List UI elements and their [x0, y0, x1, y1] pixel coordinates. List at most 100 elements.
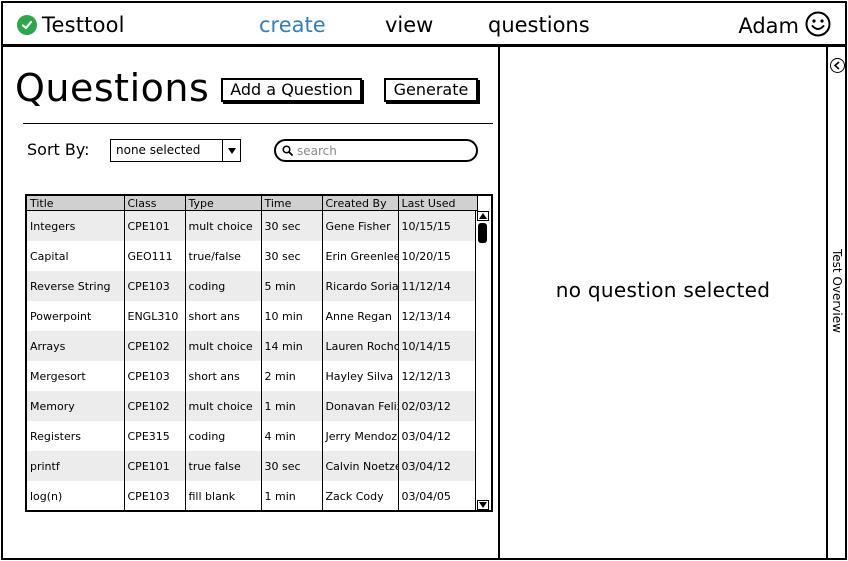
cell-class: CPE102: [124, 391, 186, 421]
cell-created-by: Calvin Noetzel: [322, 451, 399, 481]
divider: [23, 123, 493, 124]
cell-time: 5 min: [261, 271, 323, 301]
cell-last-used: 12/12/13: [398, 361, 478, 391]
cell-time: 2 min: [261, 361, 323, 391]
check-circle-icon: [17, 15, 37, 35]
cell-class: CPE103: [124, 361, 186, 391]
questions-panel: Questions Add a Question Generate Sort B…: [1, 45, 500, 560]
add-question-button[interactable]: Add a Question: [221, 78, 362, 102]
cell-created-by: Donavan Felix: [322, 391, 399, 421]
cell-last-used: 10/15/15: [398, 210, 478, 241]
cell-type: mult choice: [185, 391, 262, 421]
cell-created-by: Zack Cody: [322, 481, 399, 510]
table-row[interactable]: Reverse String CPE103 coding 5 min Ricar…: [27, 271, 478, 301]
cell-title: Powerpoint: [27, 301, 125, 331]
cell-last-used: 11/12/14: [398, 271, 478, 301]
sort-select[interactable]: none selected: [110, 139, 241, 162]
generate-button[interactable]: Generate: [384, 78, 478, 102]
cell-title: printf: [27, 451, 125, 481]
nav-create[interactable]: create: [259, 13, 326, 37]
column-header-created-by[interactable]: Created By: [322, 196, 399, 211]
cell-last-used: 10/20/15: [398, 241, 478, 271]
sort-label: Sort By:: [27, 140, 90, 159]
collapse-arrow-icon[interactable]: [830, 58, 845, 73]
table-row[interactable]: printf CPE101 true false 30 sec Calvin N…: [27, 451, 478, 481]
cell-time: 30 sec: [261, 241, 323, 271]
smiley-icon: [805, 11, 831, 41]
cell-class: CPE103: [124, 271, 186, 301]
scroll-thumb[interactable]: [478, 223, 487, 243]
cell-created-by: Ricardo Soriano: [322, 271, 399, 301]
cell-created-by: Erin Greenlee: [322, 241, 399, 271]
search-input[interactable]: [297, 143, 467, 158]
search-box[interactable]: [274, 139, 478, 162]
search-icon: [282, 141, 293, 160]
table-row[interactable]: log(n) CPE103 fill blank 1 min Zack Cody…: [27, 481, 478, 510]
scroll-up-arrow-icon[interactable]: [477, 211, 489, 221]
cell-last-used: 03/04/12: [398, 451, 478, 481]
table-row[interactable]: Registers CPE315 coding 4 min Jerry Mend…: [27, 421, 478, 451]
cell-last-used: 03/04/12: [398, 421, 478, 451]
brand[interactable]: Testtool: [17, 13, 125, 37]
cell-time: 30 sec: [261, 451, 323, 481]
sort-selected-value: none selected: [116, 143, 201, 157]
cell-time: 4 min: [261, 421, 323, 451]
table-scrollbar[interactable]: [475, 211, 491, 510]
top-navigation-bar: Testtool create view questions Adam: [1, 1, 847, 46]
table-row[interactable]: Capital GEO111 true/false 30 sec Erin Gr…: [27, 241, 478, 271]
scroll-down-arrow-icon[interactable]: [477, 500, 489, 510]
cell-class: CPE101: [124, 451, 186, 481]
cell-class: GEO111: [124, 241, 186, 271]
cell-title: Memory: [27, 391, 125, 421]
nav-view[interactable]: view: [385, 13, 433, 37]
cell-created-by: Jerry Mendoza: [322, 421, 399, 451]
column-header-last-used[interactable]: Last Used: [398, 196, 478, 211]
column-header-time[interactable]: Time: [261, 196, 323, 211]
cell-class: ENGL310: [124, 301, 186, 331]
cell-title: log(n): [27, 481, 125, 510]
table-row[interactable]: Arrays CPE102 mult choice 14 min Lauren …: [27, 331, 478, 361]
questions-table: Title Class Type Time Created By Last Us…: [25, 194, 493, 512]
test-overview-tab[interactable]: Test Overview: [826, 45, 847, 560]
cell-time: 10 min: [261, 301, 323, 331]
user-name: Adam: [738, 14, 799, 38]
cell-created-by: Anne Regan: [322, 301, 399, 331]
cell-time: 30 sec: [261, 210, 323, 241]
table-row[interactable]: Mergesort CPE103 short ans 2 min Hayley …: [27, 361, 478, 391]
table-row[interactable]: Powerpoint ENGL310 short ans 10 min Anne…: [27, 301, 478, 331]
cell-title: Mergesort: [27, 361, 125, 391]
test-overview-label: Test Overview: [830, 249, 844, 333]
chevron-down-icon[interactable]: [222, 140, 240, 161]
user-menu[interactable]: Adam: [738, 11, 831, 41]
cell-type: coding: [185, 421, 262, 451]
cell-last-used: 12/13/14: [398, 301, 478, 331]
column-header-class[interactable]: Class: [124, 196, 186, 211]
cell-class: CPE103: [124, 481, 186, 510]
question-detail-panel: no question selected: [498, 45, 828, 560]
cell-time: 1 min: [261, 481, 323, 510]
cell-created-by: Gene Fisher: [322, 210, 399, 241]
nav-questions[interactable]: questions: [488, 13, 590, 37]
cell-last-used: 10/14/15: [398, 331, 478, 361]
cell-last-used: 02/03/12: [398, 391, 478, 421]
cell-class: CPE315: [124, 421, 186, 451]
cell-type: true/false: [185, 241, 262, 271]
cell-created-by: Hayley Silva: [322, 361, 399, 391]
cell-type: mult choice: [185, 210, 262, 241]
cell-type: coding: [185, 271, 262, 301]
empty-state-message: no question selected: [555, 278, 771, 302]
cell-type: true false: [185, 451, 262, 481]
cell-title: Capital: [27, 241, 125, 271]
cell-time: 14 min: [261, 331, 323, 361]
cell-class: CPE101: [124, 210, 186, 241]
cell-type: short ans: [185, 301, 262, 331]
cell-title: Arrays: [27, 331, 125, 361]
column-header-title[interactable]: Title: [27, 196, 125, 211]
cell-title: Reverse String: [27, 271, 125, 301]
table-row[interactable]: Integers CPE101 mult choice 30 sec Gene …: [27, 210, 478, 241]
table-row[interactable]: Memory CPE102 mult choice 1 min Donavan …: [27, 391, 478, 421]
cell-title: Registers: [27, 421, 125, 451]
column-header-type[interactable]: Type: [185, 196, 262, 211]
table-header-row: Title Class Type Time Created By Last Us…: [27, 196, 478, 211]
cell-class: CPE102: [124, 331, 186, 361]
